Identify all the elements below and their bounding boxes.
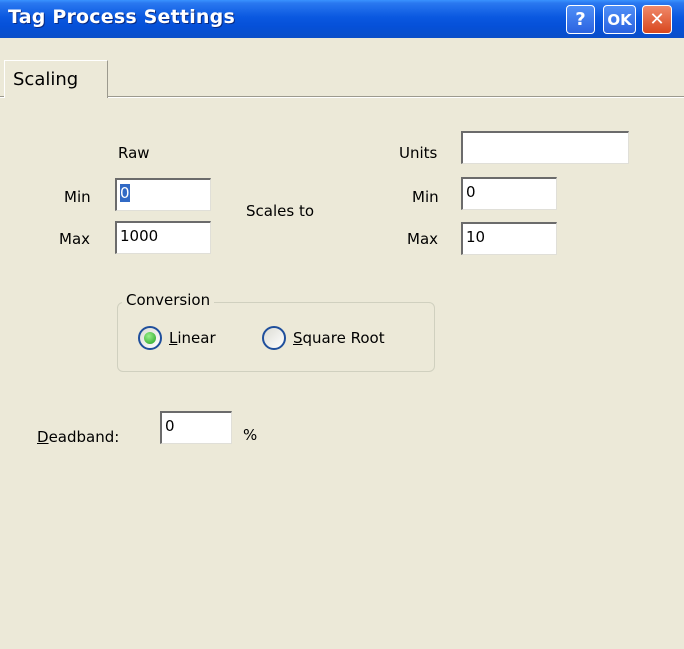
units-max-value: 10 xyxy=(466,228,486,246)
raw-max-input[interactable]: 1000 xyxy=(115,221,211,254)
units-label: Units xyxy=(399,144,438,162)
linear-label[interactable]: Linear xyxy=(169,329,216,347)
units-min-input[interactable]: 0 xyxy=(461,177,557,210)
units-input[interactable] xyxy=(461,131,629,164)
raw-min-value: 0 xyxy=(120,184,130,202)
units-min-label: Min xyxy=(412,188,439,206)
raw-header: Raw xyxy=(118,144,150,162)
conversion-legend: Conversion xyxy=(122,291,215,309)
scales-to-label: Scales to xyxy=(246,202,314,220)
deadband-label: Deadband: xyxy=(37,428,120,446)
square-root-radio[interactable] xyxy=(262,326,286,350)
ok-button-label: OK xyxy=(607,10,632,29)
window-title: Tag Process Settings xyxy=(8,6,235,28)
tab-scaling[interactable]: Scaling xyxy=(4,60,108,98)
linear-radio[interactable] xyxy=(138,326,162,350)
close-icon: ✕ xyxy=(649,9,665,30)
deadband-input[interactable]: 0 xyxy=(160,411,232,444)
title-bar[interactable]: Tag Process Settings ? OK ✕ xyxy=(0,0,684,38)
units-max-label: Max xyxy=(407,230,439,248)
close-button-clip: ✕ xyxy=(642,5,684,34)
units-max-input[interactable]: 10 xyxy=(461,222,557,255)
deadband-value: 0 xyxy=(165,417,175,435)
units-min-value: 0 xyxy=(466,183,476,201)
raw-min-label: Min xyxy=(64,188,91,206)
raw-max-label: Max xyxy=(59,230,91,248)
deadband-unit: % xyxy=(243,426,258,444)
help-button[interactable]: ? xyxy=(566,5,595,34)
square-root-label[interactable]: Square Root xyxy=(293,329,385,347)
tab-scaling-label: Scaling xyxy=(13,69,79,90)
raw-min-input[interactable]: 0 xyxy=(115,178,211,211)
raw-max-value: 1000 xyxy=(120,227,159,245)
help-icon: ? xyxy=(575,9,586,30)
ok-button[interactable]: OK xyxy=(603,5,636,34)
close-button[interactable]: ✕ xyxy=(642,5,672,34)
